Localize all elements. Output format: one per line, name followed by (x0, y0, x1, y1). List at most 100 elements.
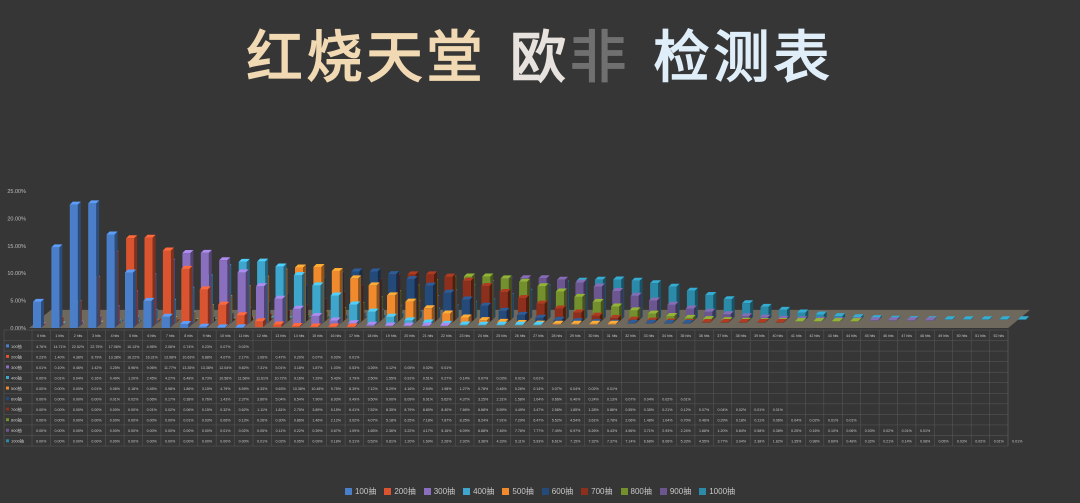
legend-swatch (581, 488, 589, 495)
data-label: 0.14% (460, 376, 471, 380)
data-label: 0.00% (202, 440, 213, 444)
data-label: 1.48% (644, 419, 655, 423)
data-label: 0.01% (36, 366, 47, 370)
category-label: 18 hits (367, 334, 378, 338)
data-label: 0.00% (165, 419, 176, 423)
data-label: 0.07% (699, 408, 710, 412)
data-label: 0.01% (110, 398, 121, 402)
data-label: 8.09% (404, 398, 415, 402)
data-label: 6.68% (478, 408, 489, 412)
category-label: 43 hits (828, 334, 839, 338)
data-label: 0.12% (386, 366, 397, 370)
data-label: 7.31% (257, 366, 268, 370)
data-label: 6.26% (589, 429, 600, 433)
data-label: 0.30% (276, 419, 287, 423)
legend-item: 100抽 (344, 486, 376, 497)
data-label: 0.98% (165, 387, 176, 391)
data-label: 0.02% (128, 398, 139, 402)
data-label: 0.00% (36, 408, 47, 412)
data-label: 0.05% (257, 429, 268, 433)
legend-label: 300抽 (433, 487, 456, 496)
data-label: 6.59% (239, 387, 250, 391)
legend-item: 200抽 (384, 486, 416, 497)
data-table: 0 hits 1 hits 2 hits 3 hits 4 hits 5 hits 6 hi… (3, 329, 1023, 447)
data-label: 10.13% (127, 345, 140, 349)
data-label: 0.13% (607, 398, 618, 402)
data-label: 0.06% (220, 419, 231, 423)
data-label: 11.61% (256, 376, 269, 380)
legend-item: 300抽 (423, 486, 456, 497)
data-label: 0.00% (91, 429, 102, 433)
data-label: 6.54% (294, 398, 305, 402)
category-label: 47 hits (901, 334, 912, 338)
data-label: 0.01% (846, 419, 857, 423)
series-name: 200抽 (11, 353, 22, 359)
data-label: 1.04% (533, 398, 544, 402)
bar (33, 301, 41, 328)
data-label: 0.46% (496, 387, 507, 391)
bar (273, 324, 282, 328)
data-label: 6.68% (644, 440, 655, 444)
data-label: 0.06% (147, 398, 158, 402)
bar (440, 325, 448, 327)
legend-label: 700抽 (591, 487, 613, 496)
data-label: 0.07% (625, 398, 636, 402)
data-label: 0.07% (312, 355, 323, 359)
data-label: 0.01% (183, 419, 194, 423)
data-label: 16.31% (146, 355, 159, 359)
bar (627, 322, 636, 324)
data-label: 0.22% (294, 429, 305, 433)
category-label: 33 hits (644, 334, 655, 338)
data-label: 11.77% (164, 366, 177, 370)
data-label: 0.00% (36, 419, 47, 423)
legend-item: 1000抽 (699, 486, 735, 497)
chart-legend: 100抽 200抽 300抽 400抽 500抽 600抽 700抽 800抽 900抽 1000… (0, 486, 1080, 497)
data-label: 2.50% (368, 376, 379, 380)
data-label: 0.25% (791, 429, 802, 433)
category-label: 8 hits (184, 334, 193, 338)
data-label: 0.00% (91, 408, 102, 412)
legend-label: 1000抽 (709, 487, 736, 496)
bar (925, 320, 933, 321)
data-label: 0.06% (846, 429, 857, 433)
data-label: 7.12% (368, 387, 379, 391)
data-label: 0.00% (147, 440, 158, 444)
series-swatch (6, 344, 9, 348)
data-label: 0.00% (55, 440, 66, 444)
bar (161, 316, 170, 328)
data-label: 4.17% (423, 429, 434, 433)
data-label: 0.01% (441, 366, 452, 370)
series-swatch (6, 397, 9, 401)
legend-swatch (423, 488, 431, 495)
data-label: 0.04% (644, 398, 655, 402)
legend-item: 700抽 (581, 486, 613, 497)
bar (981, 319, 990, 320)
legend-label: 600抽 (551, 487, 574, 496)
title-part-3: 非 (570, 25, 630, 91)
data-label: 1.35% (791, 440, 802, 444)
data-label: 0.04% (570, 387, 581, 391)
data-label: 7.32% (589, 440, 600, 444)
data-label: 0.46% (73, 366, 84, 370)
data-label: 0.52% (368, 440, 379, 444)
data-label: 9.49% (349, 398, 360, 402)
data-label: 0.14% (902, 440, 913, 444)
data-label: 0.16% (810, 429, 821, 433)
bar (645, 322, 654, 324)
bar (328, 326, 337, 328)
data-label: 0.00% (128, 408, 139, 412)
series-name: 900抽 (11, 427, 22, 433)
data-label: 0.00% (73, 387, 84, 391)
data-label: 1.20% (404, 440, 415, 444)
data-label: 0.13% (239, 419, 250, 423)
data-label: 0.46% (699, 419, 710, 423)
data-label: 0.10% (55, 366, 66, 370)
data-label: 7.29% (515, 419, 526, 423)
data-label: 8.93% (331, 398, 342, 402)
data-label: 0.91% (404, 376, 415, 380)
data-label: 7.18% (423, 419, 434, 423)
data-label: 8.24% (478, 419, 489, 423)
bar (795, 321, 804, 322)
category-label: 4 hits (111, 334, 120, 338)
data-label: 3.60% (257, 398, 268, 402)
